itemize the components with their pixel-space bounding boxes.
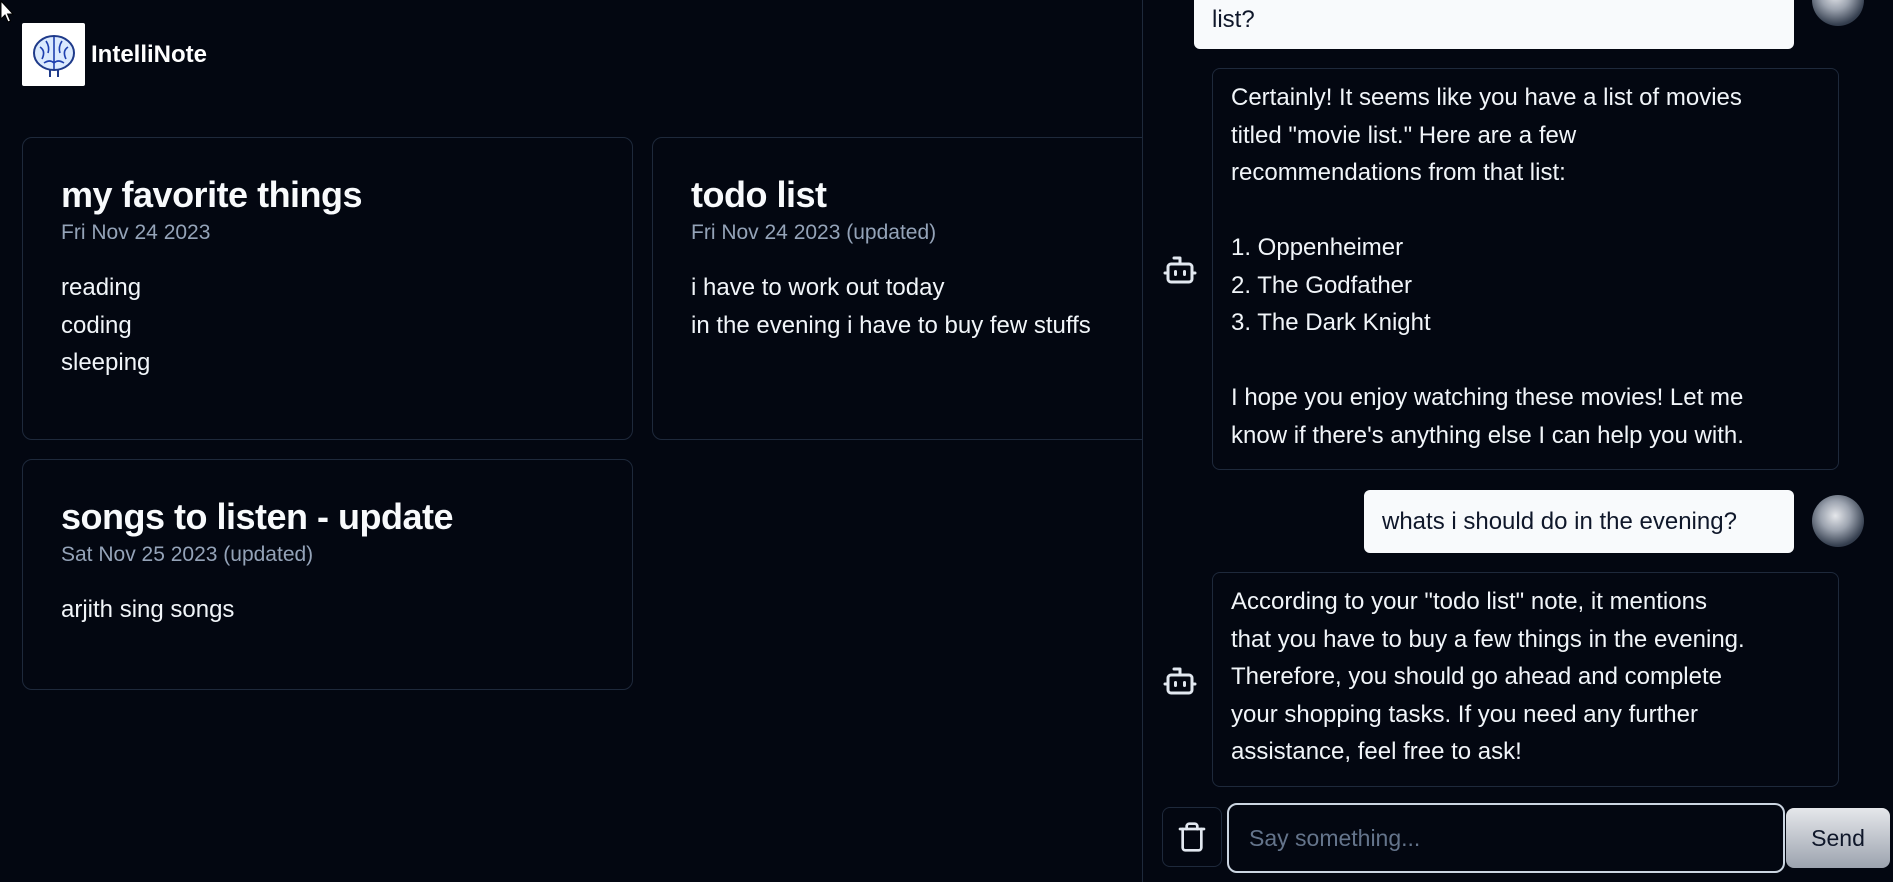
app-logo-link[interactable]: IntelliNote: [22, 23, 207, 86]
chat-message-input[interactable]: [1227, 803, 1785, 873]
note-content: arjith sing songs: [61, 591, 594, 629]
note-content: reading coding sleeping: [61, 269, 594, 382]
trash-icon: [1178, 822, 1206, 852]
note-date: Sat Nov 25 2023 (updated): [61, 543, 314, 567]
note-title: todo list: [691, 174, 827, 215]
bot-icon: [1163, 256, 1197, 284]
user-message: whats i should do in the evening?: [1364, 490, 1794, 553]
mouse-cursor-icon: [0, 0, 15, 23]
assistant-message: Certainly! It seems like you have a list…: [1212, 68, 1839, 470]
note-title: songs to listen - update: [61, 496, 454, 537]
note-card[interactable]: todo list Fri Nov 24 2023 (updated) i ha…: [652, 137, 1192, 440]
user-message: list?: [1194, 0, 1794, 49]
message-text: whats i should do in the evening?: [1382, 507, 1737, 535]
brain-logo-icon: [22, 23, 85, 86]
note-content: i have to work out today in the evening …: [691, 269, 1153, 344]
note-title: my favorite things: [61, 174, 363, 215]
send-button[interactable]: Send: [1786, 808, 1890, 868]
note-line: arjith sing songs: [61, 596, 235, 624]
assistant-message: According to your "todo list" note, it m…: [1212, 572, 1839, 787]
note-card[interactable]: my favorite things Fri Nov 24 2023 readi…: [22, 137, 633, 440]
note-card[interactable]: songs to listen - update Sat Nov 25 2023…: [22, 459, 633, 690]
note-date: Fri Nov 24 2023: [61, 221, 211, 245]
bot-icon: [1163, 667, 1197, 695]
note-line: sleeping: [61, 349, 151, 377]
clear-chat-button[interactable]: [1162, 807, 1222, 867]
note-line: in the evening i have to buy few stuffs: [691, 311, 1091, 339]
note-line: i have to work out today: [691, 274, 945, 302]
user-avatar: [1812, 495, 1864, 547]
note-date: Fri Nov 24 2023 (updated): [691, 221, 937, 245]
note-line: coding: [61, 311, 132, 339]
note-line: reading: [61, 274, 142, 302]
app-name: IntelliNote: [91, 40, 208, 68]
message-text: list?: [1212, 5, 1255, 33]
